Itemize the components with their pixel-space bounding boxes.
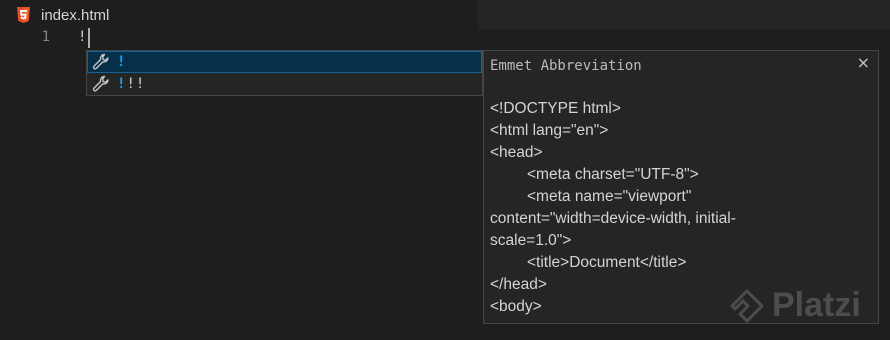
preview-line: <meta charset="UTF-8"> <box>527 166 699 183</box>
suggest-details-panel: Emmet Abbreviation × <!DOCTYPE html> <ht… <box>483 50 879 324</box>
wrench-icon <box>91 52 111 72</box>
platzi-watermark: Platzi <box>730 286 861 325</box>
suggest-label: !!! <box>117 76 146 92</box>
tab-bar: index.html <box>0 0 890 30</box>
line-number: 1 <box>41 29 50 45</box>
suggest-widget: ! !!! <box>86 50 483 96</box>
platzi-logo-icon <box>730 289 764 323</box>
preview-line: <!DOCTYPE html> <box>490 100 621 117</box>
preview-line: <meta name="viewport" <box>527 188 692 205</box>
tab-filename: index.html <box>41 6 110 24</box>
preview-line: <html lang="en"> <box>490 122 609 139</box>
suggest-item-emmet-triple-bang[interactable]: !!! <box>87 73 482 95</box>
suggest-label: ! <box>117 54 127 70</box>
wrench-icon <box>91 74 111 94</box>
preview-line: <head> <box>490 144 543 161</box>
watermark-text: Platzi <box>772 286 861 324</box>
code-line-text[interactable]: ! <box>78 29 86 45</box>
preview-line: scale=1.0"> <box>490 232 572 249</box>
suggest-item-emmet-bang[interactable]: ! <box>87 51 482 73</box>
text-cursor <box>88 28 90 48</box>
tab-index-html[interactable]: index.html <box>0 0 478 30</box>
preview-line: content="width=device-width, initial- <box>490 210 736 227</box>
preview-line: <title>Document</title> <box>527 254 687 271</box>
details-title: Emmet Abbreviation <box>490 58 642 74</box>
details-code-preview: <!DOCTYPE html> <html lang="en"> <head> … <box>490 98 870 318</box>
close-icon[interactable]: × <box>857 53 870 72</box>
html5-icon <box>16 7 31 23</box>
